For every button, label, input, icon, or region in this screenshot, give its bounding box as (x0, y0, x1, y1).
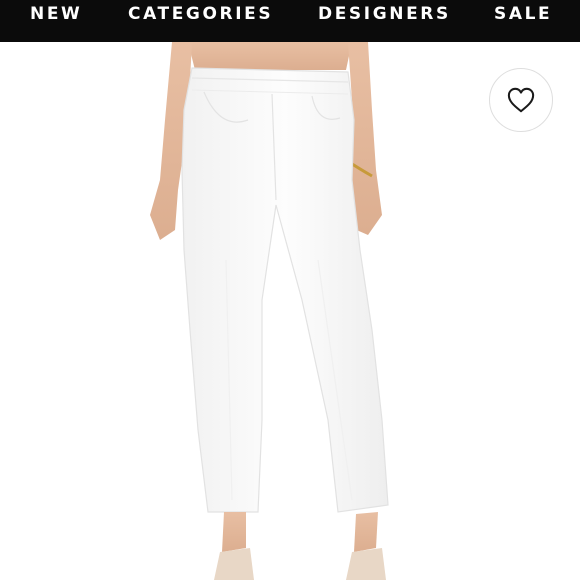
heart-outline-icon (507, 87, 535, 113)
product-photo (150, 42, 389, 580)
right-ankle (354, 512, 378, 552)
right-shoe (346, 548, 386, 580)
favorite-button[interactable] (489, 68, 553, 132)
left-shoe (214, 548, 254, 580)
model-torso (188, 42, 352, 70)
product-image-area (0, 42, 580, 580)
top-navigation-bar: NEW CATEGORIES DESIGNERS SALE (0, 0, 580, 42)
nav-item-designers[interactable]: DESIGNERS (318, 4, 451, 24)
left-ankle (222, 512, 246, 552)
nav-item-categories[interactable]: CATEGORIES (128, 4, 273, 24)
nav-item-sale[interactable]: SALE (494, 4, 552, 24)
nav-item-new[interactable]: NEW (30, 4, 82, 24)
